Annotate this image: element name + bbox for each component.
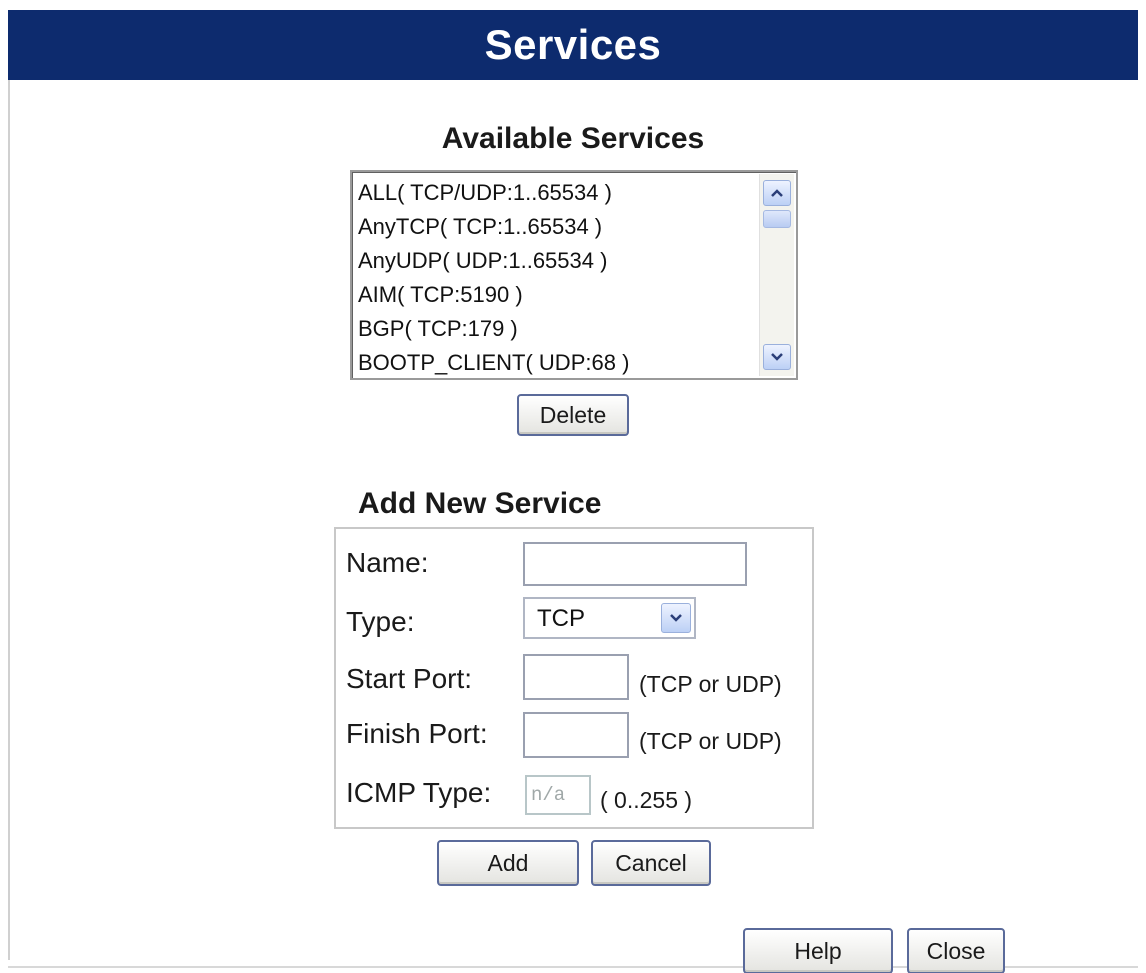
listbox-items: ALL( TCP/UDP:1..65534 ) AnyTCP( TCP:1..6… (358, 176, 758, 380)
name-label: Name: (346, 547, 429, 578)
icmp-type-input[interactable] (525, 775, 591, 815)
services-page: Services Available Services ALL( TCP/UDP… (0, 0, 1146, 973)
icmp-type-label: ICMP Type: (346, 777, 492, 808)
list-item[interactable]: BOOTP_CLIENT( UDP:68 ) (358, 346, 758, 380)
finish-port-label: Finish Port: (346, 718, 488, 749)
title-bar: Services (8, 10, 1138, 80)
listbox-scrollbar[interactable] (759, 174, 794, 376)
delete-button[interactable]: Delete (517, 394, 629, 436)
list-item[interactable]: AnyUDP( UDP:1..65534 ) (358, 244, 758, 278)
icmp-type-hint: ( 0..255 ) (600, 787, 693, 813)
finish-port-input[interactable] (523, 712, 629, 758)
chevron-up-icon (771, 189, 783, 197)
select-dropdown-button[interactable] (661, 603, 691, 633)
list-item[interactable]: ALL( TCP/UDP:1..65534 ) (358, 176, 758, 210)
list-item[interactable]: AIM( TCP:5190 ) (358, 278, 758, 312)
add-button[interactable]: Add (437, 840, 579, 886)
scroll-thumb[interactable] (763, 210, 791, 228)
type-label: Type: (346, 606, 415, 637)
type-select-value: TCP (537, 605, 585, 632)
chevron-down-icon (670, 614, 682, 622)
page-title: Services (484, 21, 662, 68)
start-port-hint: (TCP or UDP) (639, 671, 782, 697)
list-item[interactable]: AnyTCP( TCP:1..65534 ) (358, 210, 758, 244)
available-services-heading: Available Services (441, 122, 705, 155)
scroll-up-button[interactable] (763, 180, 791, 206)
chevron-down-icon (771, 353, 783, 361)
list-item[interactable]: BGP( TCP:179 ) (358, 312, 758, 346)
scroll-down-button[interactable] (763, 344, 791, 370)
finish-port-hint: (TCP or UDP) (639, 728, 782, 754)
cancel-button[interactable]: Cancel (591, 840, 711, 886)
start-port-input[interactable] (523, 654, 629, 700)
type-select[interactable]: TCP (523, 597, 696, 639)
help-button[interactable]: Help (743, 928, 893, 973)
frame-border-left (8, 80, 10, 960)
add-service-form: Name: Type: TCP Start Port: (TCP or UDP)… (334, 527, 814, 829)
name-input[interactable] (523, 542, 747, 586)
add-new-service-heading: Add New Service (358, 487, 602, 520)
start-port-label: Start Port: (346, 663, 473, 694)
close-button[interactable]: Close (907, 928, 1005, 973)
available-services-listbox[interactable]: ALL( TCP/UDP:1..65534 ) AnyTCP( TCP:1..6… (350, 170, 798, 380)
